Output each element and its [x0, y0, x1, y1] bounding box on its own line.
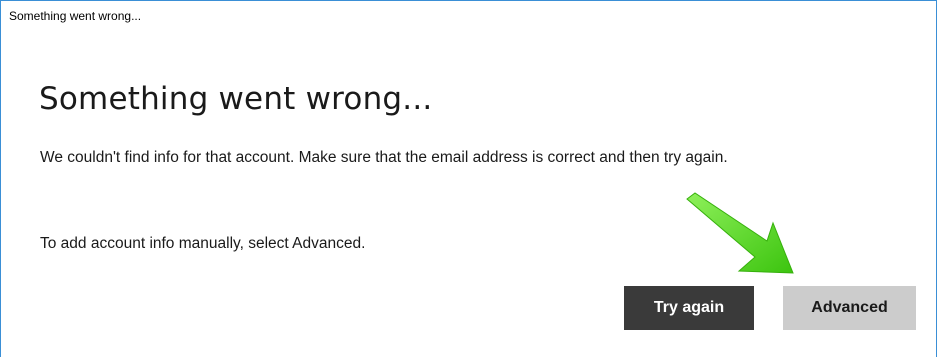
window-title: Something went wrong... [9, 9, 142, 23]
title-bar: Something went wrong... [1, 1, 936, 31]
green-arrow-icon [686, 192, 794, 274]
error-message: We couldn't find info for that account. … [40, 149, 728, 166]
advanced-button[interactable]: Advanced [783, 286, 916, 330]
try-again-button[interactable]: Try again [624, 286, 754, 330]
dialog-heading: Something went wrong... [39, 81, 433, 117]
dialog-window: Something went wrong... Something went w… [0, 0, 937, 357]
manual-info-message: To add account info manually, select Adv… [40, 235, 366, 252]
